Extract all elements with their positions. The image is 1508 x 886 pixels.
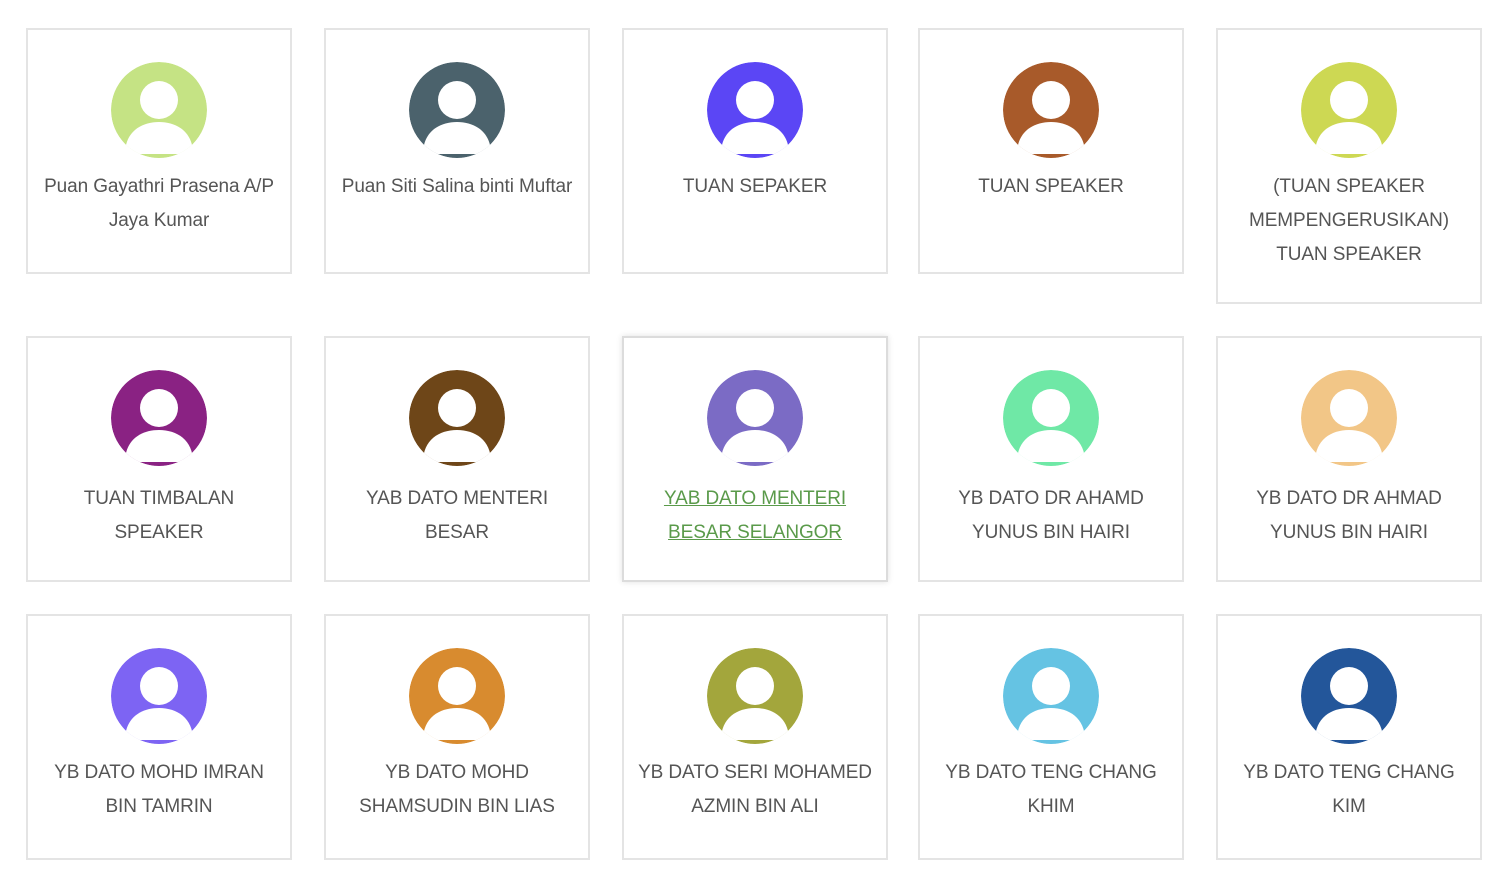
member-name: YB DATO DR AHAMD YUNUS BIN HAIRI [958, 488, 1144, 543]
member-name: YB DATO SERI MOHAMED AZMIN BIN ALI [638, 762, 872, 817]
member-card[interactable]: YAB DATO MENTERI BESAR [324, 336, 590, 582]
user-silhouette-icon [111, 62, 207, 158]
member-card[interactable]: YB DATO TENG CHANG KIM [1216, 614, 1482, 860]
member-card[interactable]: YB DATO SERI MOHAMED AZMIN BIN ALI [622, 614, 888, 860]
member-card[interactable]: (TUAN SPEAKER MEMPENGERUSIKAN) TUAN SPEA… [1216, 28, 1482, 304]
user-silhouette-icon [409, 648, 505, 744]
user-silhouette-icon [707, 648, 803, 744]
user-silhouette-icon [1003, 62, 1099, 158]
member-card[interactable]: TUAN SEPAKER [622, 28, 888, 274]
user-avatar-icon [409, 648, 505, 744]
member-card[interactable]: YB DATO DR AHMAD YUNUS BIN HAIRI [1216, 336, 1482, 582]
member-name: YB DATO TENG CHANG KHIM [945, 762, 1157, 817]
member-grid: Puan Gayathri Prasena A/P Jaya Kumar Pua… [0, 0, 1508, 886]
user-silhouette-icon [707, 370, 803, 466]
member-card[interactable]: YB DATO TENG CHANG KHIM [918, 614, 1184, 860]
user-silhouette-icon [1301, 370, 1397, 466]
member-card[interactable]: YB DATO DR AHAMD YUNUS BIN HAIRI [918, 336, 1184, 582]
member-name: YB DATO DR AHMAD YUNUS BIN HAIRI [1256, 488, 1442, 543]
member-card[interactable]: TUAN SPEAKER [918, 28, 1184, 274]
user-silhouette-icon [1301, 648, 1397, 744]
user-avatar-icon [1003, 370, 1099, 466]
user-silhouette-icon [707, 62, 803, 158]
member-card[interactable]: YB DATO MOHD IMRAN BIN TAMRIN [26, 614, 292, 860]
member-name: YAB DATO MENTERI BESAR [365, 488, 549, 543]
user-avatar-icon [707, 370, 803, 466]
user-silhouette-icon [1301, 62, 1397, 158]
user-avatar-icon [707, 62, 803, 158]
member-name: YB DATO TENG CHANG KIM [1243, 762, 1455, 817]
user-avatar-icon [409, 62, 505, 158]
member-name: (TUAN SPEAKER MEMPENGERUSIKAN) TUAN SPEA… [1248, 176, 1450, 265]
user-silhouette-icon [409, 370, 505, 466]
member-name: TUAN SPEAKER [978, 176, 1124, 197]
user-silhouette-icon [1003, 648, 1099, 744]
user-avatar-icon [409, 370, 505, 466]
user-avatar-icon [1301, 648, 1397, 744]
user-silhouette-icon [111, 648, 207, 744]
user-avatar-icon [111, 370, 207, 466]
member-name: TUAN SEPAKER [682, 176, 828, 197]
member-card[interactable]: Puan Siti Salina binti Muftar [324, 28, 590, 274]
user-avatar-icon [1301, 370, 1397, 466]
member-card[interactable]: YB DATO MOHD SHAMSUDIN BIN LIAS [324, 614, 590, 860]
member-name: YB DATO MOHD SHAMSUDIN BIN LIAS [359, 762, 555, 817]
member-card[interactable]: Puan Gayathri Prasena A/P Jaya Kumar [26, 28, 292, 274]
member-name: Puan Gayathri Prasena A/P Jaya Kumar [44, 176, 274, 231]
member-name: TUAN TIMBALAN SPEAKER [83, 488, 235, 543]
user-avatar-icon [111, 62, 207, 158]
user-avatar-icon [111, 648, 207, 744]
user-avatar-icon [1301, 62, 1397, 158]
user-silhouette-icon [1003, 370, 1099, 466]
member-name-link[interactable]: YAB DATO MENTERI BESAR SELANGOR [634, 482, 876, 550]
member-name: YB DATO MOHD IMRAN BIN TAMRIN [54, 762, 264, 817]
user-avatar-icon [1003, 62, 1099, 158]
member-card[interactable]: TUAN TIMBALAN SPEAKER [26, 336, 292, 582]
member-card-selected[interactable]: YAB DATO MENTERI BESAR SELANGOR [622, 336, 888, 582]
user-avatar-icon [1003, 648, 1099, 744]
user-silhouette-icon [111, 370, 207, 466]
user-silhouette-icon [409, 62, 505, 158]
member-name: Puan Siti Salina binti Muftar [341, 176, 573, 197]
user-avatar-icon [707, 648, 803, 744]
